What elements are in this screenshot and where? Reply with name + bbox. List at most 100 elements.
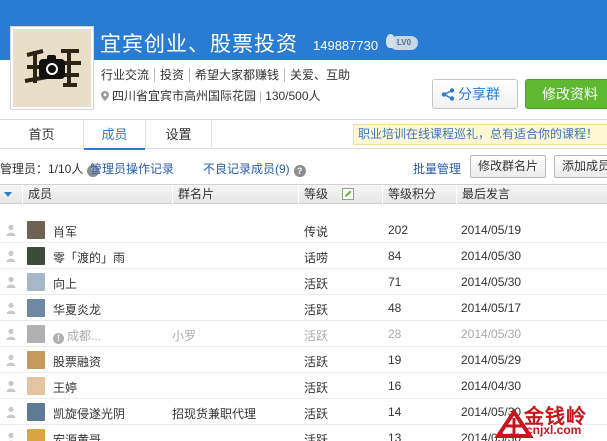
table-row[interactable]: ! 成都... 小罗 活跃 28 2014/05/30 xyxy=(0,321,607,347)
group-header: 宜宾创业、股票投资 149887730 LV0 行业交流 投资 希望大家都赚钱 关爱、… xyxy=(0,0,607,119)
lv-badge-icon: LV0 xyxy=(386,34,418,50)
tab-home[interactable]: 首页 xyxy=(0,120,84,149)
member-card: 小罗 xyxy=(172,329,197,343)
column-member[interactable]: 成员 xyxy=(22,185,172,204)
member-person-icon xyxy=(6,380,16,392)
location-text: 四川省宜宾市高州国际花园 xyxy=(112,89,257,103)
tag-item[interactable]: 投资 xyxy=(154,68,190,82)
edit-info-button[interactable]: 修改资料 xyxy=(525,79,607,109)
member-points: 13 xyxy=(388,431,402,441)
column-level[interactable]: 等级 xyxy=(298,185,382,204)
avatar[interactable] xyxy=(27,221,45,239)
tab-settings[interactable]: 设置 xyxy=(146,120,212,149)
member-last-speak: 2014/04/30 xyxy=(461,379,522,393)
manager-bar: 管理员：1/10人? 管理员操作记录 不良记录成员(9)? 批量管理 修改群名片… xyxy=(0,150,607,184)
sort-column[interactable] xyxy=(0,185,22,204)
avatar[interactable] xyxy=(27,273,45,291)
sort-arrow-icon xyxy=(4,192,12,197)
member-name[interactable]: ! 成都... xyxy=(53,327,101,344)
member-person-icon xyxy=(6,302,16,314)
manager-count: 管理员：1/10人? xyxy=(0,160,102,177)
add-member-button[interactable]: 添加成员 xyxy=(554,155,607,178)
help-icon[interactable]: ? xyxy=(293,165,306,177)
member-name[interactable]: 肖军 xyxy=(53,223,77,240)
column-card[interactable]: 群名片 xyxy=(172,185,298,204)
member-person-icon xyxy=(6,354,16,366)
avatar[interactable] xyxy=(27,247,45,265)
tag-item[interactable]: 希望大家都赚钱 xyxy=(189,68,285,82)
table-row[interactable]: 肖军 传说 202 2014/05/19 xyxy=(0,217,607,243)
member-last-speak: 2014/05/30 xyxy=(461,249,522,263)
member-level: 活跃 xyxy=(304,329,329,343)
member-points: 19 xyxy=(388,353,402,367)
group-avatar[interactable] xyxy=(10,26,94,110)
member-points: 202 xyxy=(388,223,409,237)
member-level: 话唠 xyxy=(304,251,329,265)
location-pin-icon xyxy=(101,91,109,101)
column-points[interactable]: 等级积分 xyxy=(382,185,456,204)
member-name[interactable]: 宏源黄哥 xyxy=(53,431,101,441)
tag-item[interactable]: 关爱、互助 xyxy=(284,68,356,82)
member-level: 活跃 xyxy=(304,381,329,395)
table-row[interactable]: 向上 活跃 71 2014/05/30 xyxy=(0,269,607,295)
member-person-icon xyxy=(6,406,16,418)
member-level: 活跃 xyxy=(304,277,329,291)
member-card: 招现货兼职代理 xyxy=(172,407,257,421)
member-points: 84 xyxy=(388,249,402,263)
group-location: 四川省宜宾市高州国际花园 | 130/500人 xyxy=(101,87,321,104)
pencil-icon[interactable] xyxy=(342,188,354,200)
avatar[interactable] xyxy=(27,299,45,317)
tab-members[interactable]: 成员 xyxy=(84,120,146,150)
warning-icon: ! xyxy=(53,333,64,344)
avatar[interactable] xyxy=(27,377,45,395)
member-last-speak: 2014/05/30 xyxy=(461,275,522,289)
group-id: 149887730 xyxy=(313,38,379,53)
member-level: 活跃 xyxy=(304,433,329,441)
member-level: 活跃 xyxy=(304,303,329,317)
avatar[interactable] xyxy=(27,403,45,421)
promo-notice-link[interactable]: 职业培训在线课程巡礼，总有适合你的课程！ xyxy=(353,124,607,145)
member-person-icon xyxy=(8,432,14,441)
tab-bar: 首页 成员 设置 职业培训在线课程巡礼，总有适合你的课程！ xyxy=(0,119,607,150)
group-tags: 行业交流 投资 希望大家都赚钱 关爱、互助 xyxy=(101,66,356,82)
member-name[interactable]: 零「渡的」雨 xyxy=(53,249,125,266)
member-last-speak: 2014/05/29 xyxy=(461,353,522,367)
column-last-speak[interactable]: 最后发言 xyxy=(456,185,607,204)
watermark-url: cnjxl.com xyxy=(526,423,582,437)
member-name[interactable]: 王婷 xyxy=(53,379,77,396)
bad-record-members-link[interactable]: 不良记录成员(9)? xyxy=(203,160,309,177)
member-name[interactable]: 华夏炎龙 xyxy=(53,301,101,318)
member-last-speak: 2014/05/30 xyxy=(461,327,522,341)
member-name[interactable]: 凯旋侵遂光阴 xyxy=(53,405,125,422)
camera-icon[interactable] xyxy=(39,55,65,79)
member-name[interactable]: 股票融资 xyxy=(53,353,101,370)
avatar[interactable] xyxy=(27,325,45,343)
member-name[interactable]: 向上 xyxy=(53,275,77,292)
member-level: 传说 xyxy=(304,225,329,239)
member-points: 71 xyxy=(388,275,402,289)
member-capacity: 130/500人 xyxy=(265,89,321,103)
avatar[interactable] xyxy=(27,429,45,441)
member-person-icon xyxy=(6,276,16,288)
member-last-speak: 2014/05/17 xyxy=(461,301,522,315)
member-points: 28 xyxy=(388,327,402,341)
tag-item[interactable]: 行业交流 xyxy=(101,68,154,82)
table-row[interactable]: 华夏炎龙 活跃 48 2014/05/17 xyxy=(0,295,607,321)
member-person-icon xyxy=(6,328,16,340)
manager-log-link[interactable]: 管理员操作记录 xyxy=(90,160,174,177)
table-row[interactable]: 股票融资 活跃 19 2014/05/29 xyxy=(0,347,607,373)
group-title: 宜宾创业、股票投资 xyxy=(100,33,298,56)
member-level: 活跃 xyxy=(304,407,329,421)
member-last-speak: 2014/05/19 xyxy=(461,223,522,237)
member-points: 16 xyxy=(388,379,402,393)
edit-group-card-button[interactable]: 修改群名片 xyxy=(470,155,546,178)
table-row[interactable]: 零「渡的」雨 话唠 84 2014/05/30 xyxy=(0,243,607,269)
member-points: 48 xyxy=(388,301,402,315)
share-group-button[interactable]: 分享群 xyxy=(432,79,518,109)
avatar[interactable] xyxy=(27,351,45,369)
share-icon xyxy=(441,88,455,101)
batch-manage-link[interactable]: 批量管理 xyxy=(413,160,461,177)
member-level: 活跃 xyxy=(304,355,329,369)
group-avatar-image xyxy=(13,29,91,107)
member-table-header: 成员 群名片 等级 等级积分 最后发言 xyxy=(0,184,607,204)
